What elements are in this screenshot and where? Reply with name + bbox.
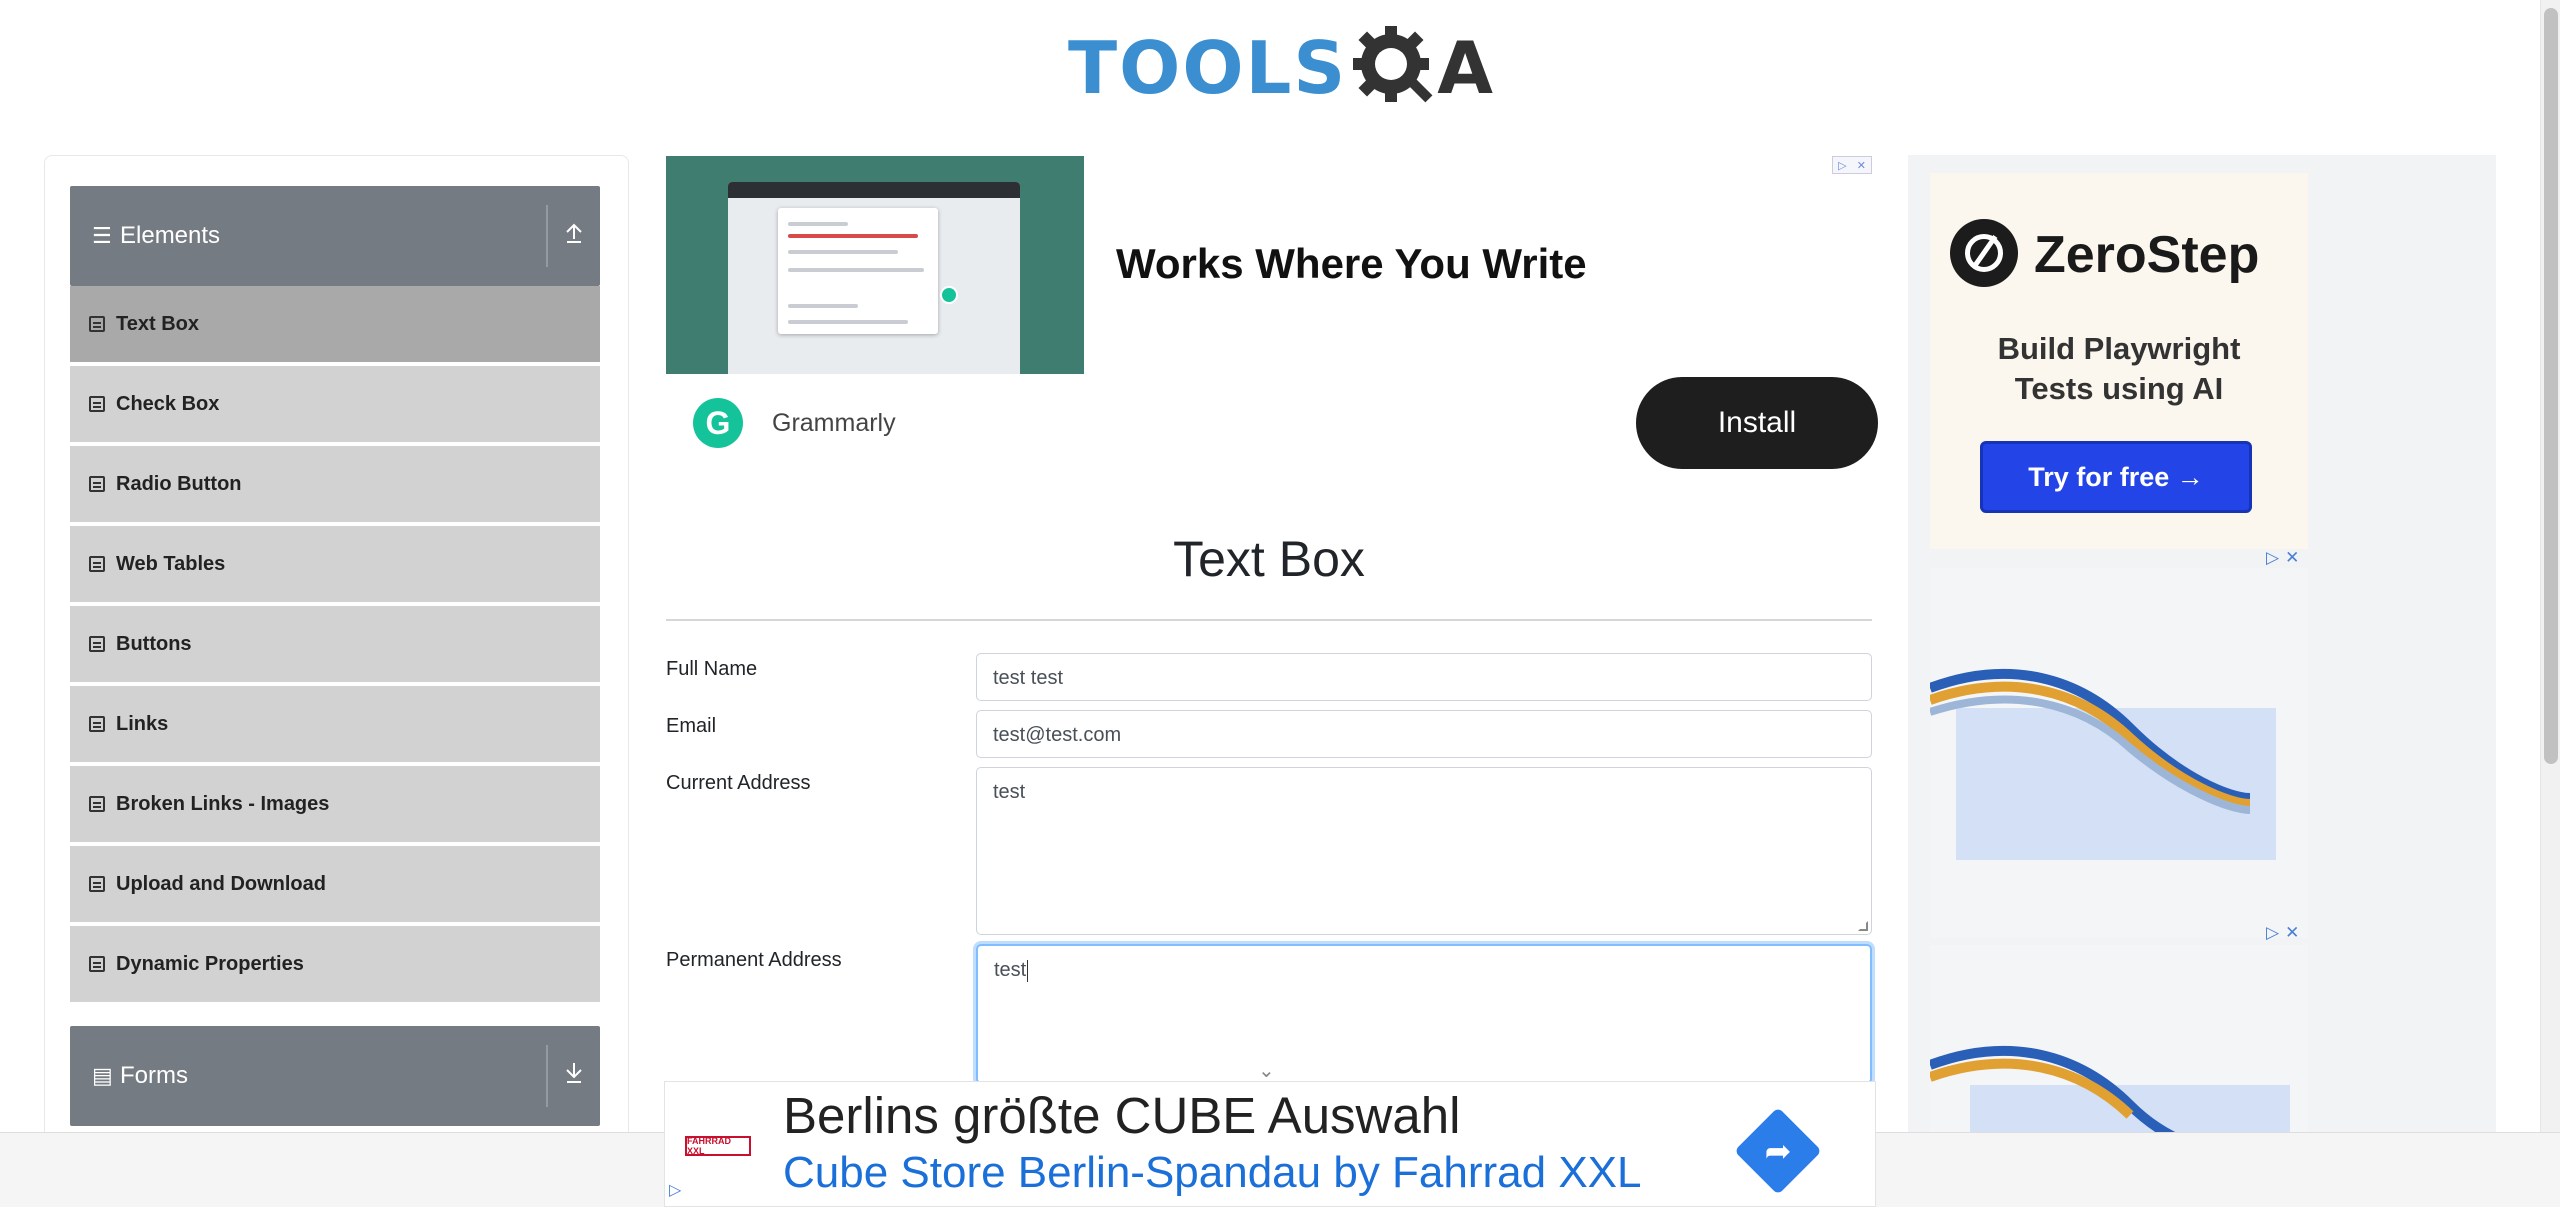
sidebar-item-buttons[interactable]: Buttons	[70, 606, 600, 684]
ad-install-button[interactable]: Install	[1636, 377, 1878, 469]
ad-choices-icon[interactable]: ▷✕	[1832, 156, 1872, 174]
logo-text: TOOLS	[1068, 26, 1348, 110]
ad-choices-icon[interactable]: ▷✕	[2266, 923, 2305, 943]
zerostep-logo-icon	[1950, 219, 2018, 287]
sidebar-item-label: Check Box	[116, 392, 220, 415]
zerostep-tagline-line-2: Tests using AI	[2014, 371, 2224, 406]
group-label: Forms	[120, 1062, 188, 1089]
zerostep-tagline: Build Playwright Tests using AI	[1930, 329, 2308, 409]
sidebar-item-label: Radio Button	[116, 472, 242, 495]
sidebar-item-label: Text Box	[116, 312, 199, 335]
sidebar-item-label: Upload and Download	[116, 872, 326, 895]
zerostep-tagline-line-1: Build Playwright	[1997, 331, 2241, 366]
permanent-address-value: test	[994, 959, 1027, 981]
text-cursor	[1027, 959, 1029, 982]
sidebar-item-label: Web Tables	[116, 552, 226, 575]
sidebar-item-label: Dynamic Properties	[116, 952, 304, 975]
page-scrollbar[interactable]	[2540, 0, 2560, 1132]
ad-brand-name: Grammarly	[772, 408, 896, 437]
current-address-value: test	[993, 781, 1026, 803]
menu-item-icon	[89, 956, 105, 972]
full-name-value: test test	[993, 667, 1064, 689]
sidebar-item-radio-button[interactable]: Radio Button	[70, 446, 600, 524]
menu-item-icon	[89, 636, 105, 652]
ad-cube-image-1[interactable]	[1930, 568, 2308, 938]
sidebar-item-links[interactable]: Links	[70, 686, 600, 764]
sidebar-item-check-box[interactable]: Check Box	[70, 366, 600, 444]
menu-item-icon	[89, 396, 105, 412]
logo-text-suffix: A	[1437, 26, 1493, 110]
menu-item-icon	[89, 876, 105, 892]
menu-item-icon	[89, 716, 105, 732]
ad-zerostep[interactable]: ZeroStep Build Playwright Tests using AI…	[1930, 173, 2308, 549]
ad-bottom-subline[interactable]: Cube Store Berlin-Spandau by Fahrrad XXL	[783, 1148, 1642, 1198]
ad-banner-top[interactable]: Works Where You Write G Grammarly Instal…	[666, 156, 1878, 472]
current-address-label: Current Address	[666, 772, 811, 794]
menu-item-icon	[89, 556, 105, 572]
ad-headline: Works Where You Write	[1116, 240, 1587, 287]
zerostep-try-button[interactable]: Try for free →	[1980, 441, 2252, 513]
directions-arrow-icon: ➦	[1764, 1133, 1792, 1169]
page-title: Text Box	[1173, 531, 1365, 587]
ad-screenshot-titlebar	[728, 182, 1020, 198]
sidebar-item-label: Links	[116, 712, 169, 735]
email-input[interactable]: test@test.com	[976, 710, 1872, 758]
chevron-down-icon: ⌄	[1258, 1060, 1275, 1082]
expand-down-icon[interactable]	[548, 1062, 600, 1090]
menu-item-icon	[89, 316, 105, 332]
scrollbar-thumb[interactable]	[2544, 8, 2558, 764]
fahrrad-xxl-logo: FAHRRAD XXL	[685, 1136, 751, 1156]
current-address-textarea[interactable]: test	[976, 767, 1872, 935]
group-label: Elements	[120, 222, 221, 249]
form-icon: ▤	[92, 1063, 113, 1088]
permanent-address-label: Permanent Address	[666, 949, 842, 971]
ad-screenshot-line	[788, 268, 924, 272]
sidebar-item-web-tables[interactable]: Web Tables	[70, 526, 600, 604]
page: TOOLS A ☰ Elements Text Box Check Box Ra…	[0, 0, 2560, 1207]
ad-screenshot-line	[788, 250, 898, 254]
resize-handle-icon[interactable]	[1858, 921, 1868, 931]
sidebar-item-upload-and-download[interactable]: Upload and Download	[70, 846, 600, 924]
menu-item-icon	[89, 796, 105, 812]
group-header-elements[interactable]: ☰ Elements	[70, 186, 600, 286]
ad-choices-icon[interactable]: ▷	[669, 1180, 681, 1200]
ad-screenshot-line	[788, 222, 848, 226]
hamburger-icon: ☰	[92, 223, 112, 248]
email-value: test@test.com	[993, 724, 1122, 746]
ad-screenshot-line	[788, 304, 858, 308]
grammarly-logo-icon: G	[693, 398, 743, 448]
ad-screenshot-image	[666, 156, 1084, 374]
grammarly-badge-icon	[940, 286, 958, 304]
sidebar-item-broken-links-images[interactable]: Broken Links - Images	[70, 766, 600, 844]
sidebar-item-dynamic-properties[interactable]: Dynamic Properties	[70, 926, 600, 1004]
ad-cube-image-2[interactable]	[1930, 945, 2308, 1132]
permanent-address-textarea[interactable]: test	[976, 944, 1872, 1084]
toolsqa-logo[interactable]: TOOLS A	[1068, 20, 1493, 116]
email-label: Email	[666, 715, 717, 737]
ad-screenshot-line	[788, 320, 908, 324]
group-header-forms[interactable]: ▤ Forms	[70, 1026, 600, 1126]
ad-screenshot-popup	[778, 208, 938, 334]
sidebar-item-label: Broken Links - Images	[116, 792, 330, 815]
ad-screenshot-line	[788, 234, 918, 238]
full-name-label: Full Name	[666, 658, 758, 680]
ad-choices-icon[interactable]: ▷✕	[2266, 548, 2305, 568]
sidebar-item-label: Buttons	[116, 632, 192, 655]
ad-banner-bottom[interactable]: FAHRRAD XXL Berlins größte CUBE Auswahl …	[664, 1081, 1876, 1207]
menu-item-icon	[89, 476, 105, 492]
ad-brand-row: G Grammarly Install	[666, 374, 1878, 472]
gear-magnifier-icon	[1349, 22, 1441, 114]
collapse-up-icon[interactable]	[548, 222, 600, 250]
sidebar-item-text-box[interactable]: Text Box	[70, 286, 600, 364]
title-divider	[666, 619, 1872, 621]
ad-bottom-headline: Berlins größte CUBE Auswahl	[783, 1087, 1461, 1144]
zerostep-brand: ZeroStep	[2034, 226, 2260, 284]
full-name-input[interactable]: test test	[976, 653, 1872, 701]
